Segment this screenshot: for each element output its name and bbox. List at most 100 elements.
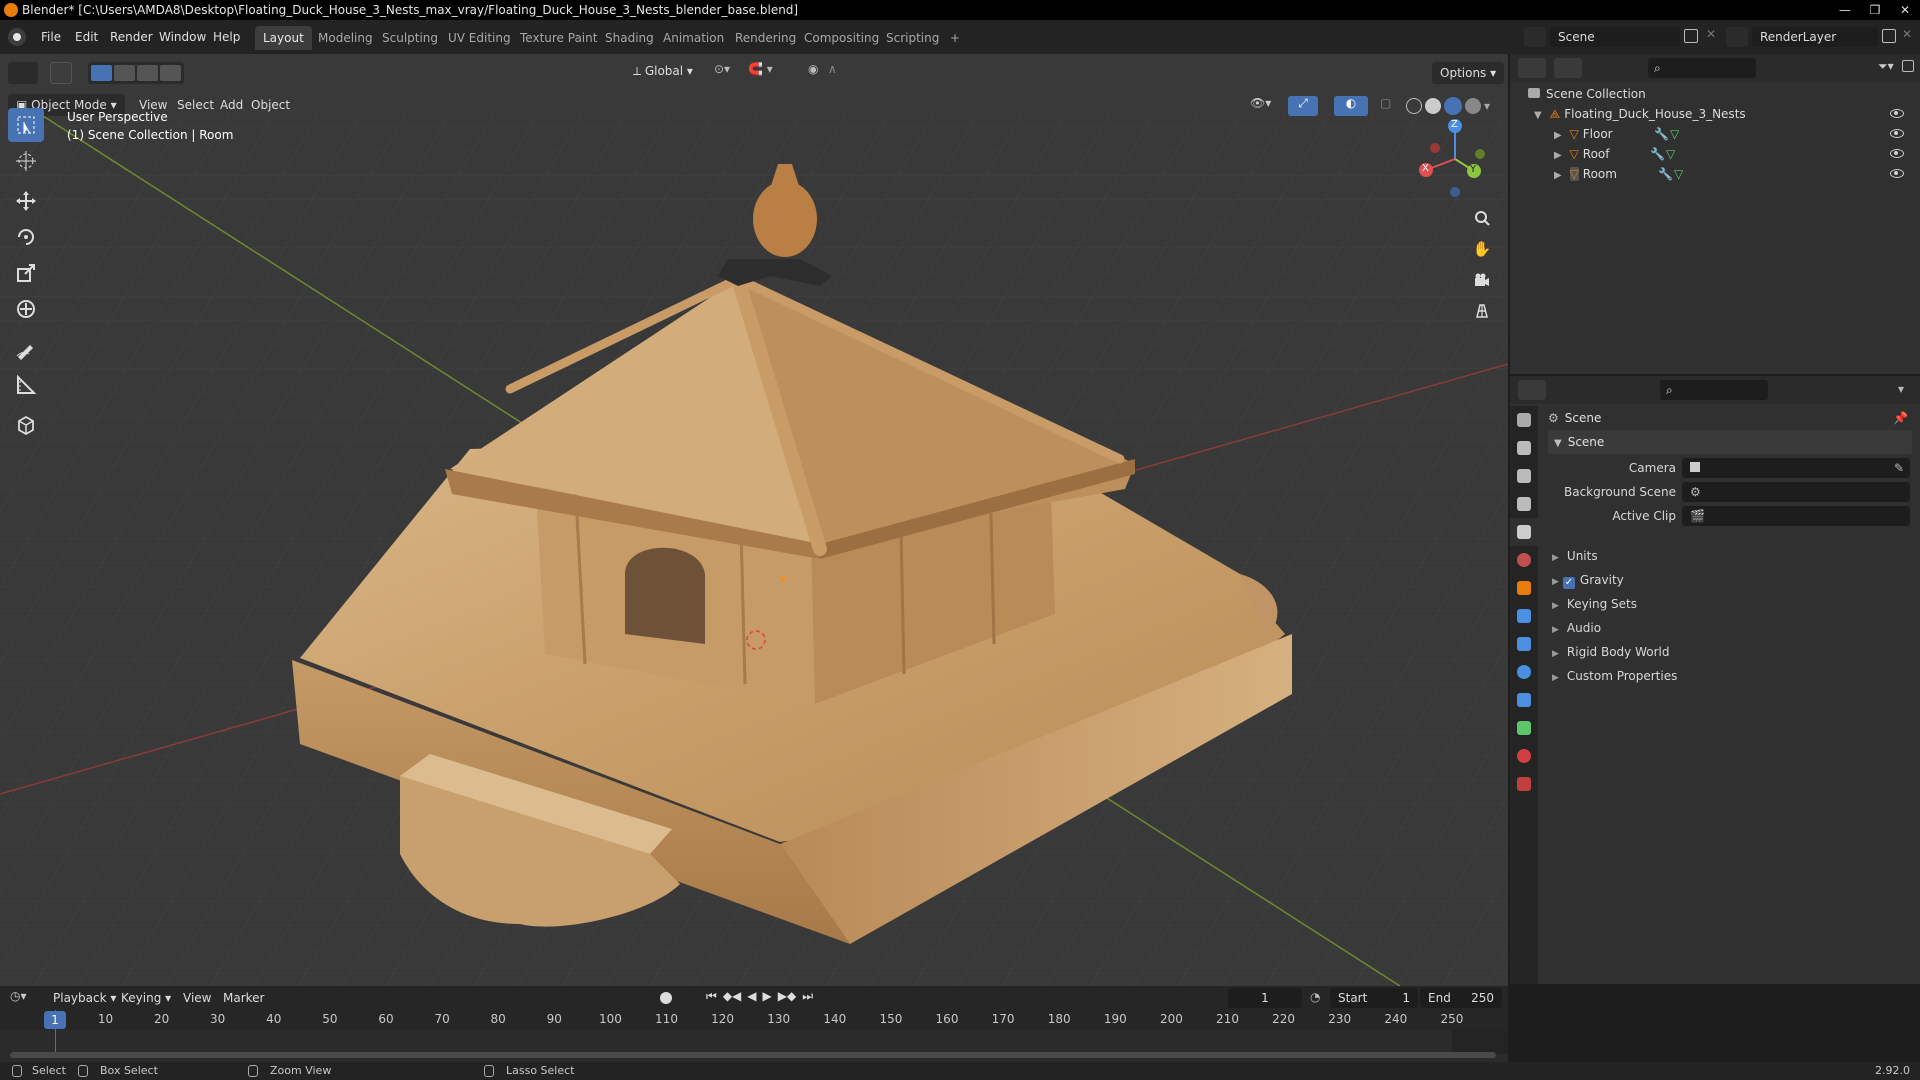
modifier-wrench-icon[interactable]: 🔧 [1650, 144, 1665, 164]
pivot-point-icon[interactable]: ⊙▾ [714, 62, 740, 82]
maximize-icon[interactable]: ❐ [1860, 0, 1890, 20]
transform-tool[interactable] [8, 292, 44, 326]
select-invert-icon[interactable] [160, 65, 181, 81]
expand-arrow-icon[interactable]: ▶ [1554, 170, 1562, 181]
rigid-body-world-panel[interactable]: ▶ Rigid Body World [1552, 640, 1912, 664]
tab-animation[interactable]: Animation [655, 26, 732, 50]
pin-icon[interactable]: 📌 [1893, 406, 1908, 430]
marker-menu[interactable]: Marker [216, 987, 271, 1009]
add-cube-tool[interactable] [8, 408, 44, 442]
outliner-object-floor[interactable]: ▶ ▽ Floor 🔧 ▽ [1554, 124, 1912, 144]
material-preview-icon[interactable] [1444, 97, 1462, 115]
renderlayer-field[interactable]: RenderLayer [1752, 27, 1878, 47]
eye-icon[interactable] [1890, 169, 1904, 178]
outliner-search-input[interactable]: ⌕ [1648, 58, 1756, 78]
3d-viewport[interactable]: ⟂ Global ▾ ⊙▾ 🧲 ▾ ◉ ∧ Options ▾ ▣ Object… [0, 54, 1508, 986]
jump-start-icon[interactable]: ⏮ [706, 989, 717, 1004]
tab-rendering[interactable]: Rendering [727, 26, 804, 50]
select-box-tool[interactable] [8, 108, 44, 142]
tab-texture-paint[interactable]: Texture Paint [512, 26, 605, 50]
outliner-editor-type-icon[interactable] [1518, 58, 1546, 78]
scene-tab-icon[interactable] [1510, 518, 1538, 546]
menu-file[interactable]: File [34, 26, 68, 48]
tab-compositing[interactable]: Compositing [796, 26, 887, 50]
keying-sets-panel[interactable]: ▶ Keying Sets [1552, 592, 1912, 616]
constraints-tab-icon[interactable] [1510, 686, 1538, 714]
tool-tab-icon[interactable] [1510, 406, 1538, 434]
current-frame-field[interactable]: 1 [1228, 988, 1302, 1008]
options-dropdown[interactable]: Options ▾ [1432, 62, 1505, 84]
timeline-scrollbar[interactable] [10, 1052, 1496, 1058]
mesh-data-icon[interactable]: ▽ [1666, 144, 1675, 164]
material-tab-icon[interactable] [1510, 742, 1538, 770]
gravity-panel[interactable]: ▶ ✓ Gravity [1552, 568, 1912, 592]
particles-tab-icon[interactable] [1510, 630, 1538, 658]
object-tab-icon[interactable] [1510, 574, 1538, 602]
blender-menu-icon[interactable] [8, 28, 26, 46]
new-scene-icon[interactable] [1684, 29, 1698, 43]
view-layer-tab-icon[interactable] [1510, 490, 1538, 518]
rendered-shading-icon[interactable] [1465, 98, 1481, 114]
cursor-tool[interactable] [8, 144, 44, 178]
tab-shading[interactable]: Shading [597, 26, 662, 50]
menu-edit[interactable]: Edit [68, 26, 105, 48]
properties-search-input[interactable]: ⌕ [1660, 380, 1768, 400]
wireframe-shading-icon[interactable] [1406, 98, 1422, 114]
end-frame-field[interactable]: End 250 [1420, 988, 1502, 1008]
data-tab-icon[interactable] [1510, 714, 1538, 742]
tab-modeling[interactable]: Modeling [310, 26, 381, 50]
transform-orientation-dropdown[interactable]: ⟂ Global ▾ [626, 60, 700, 82]
new-view-layer-icon[interactable] [1882, 29, 1896, 43]
xray-toggle-icon[interactable]: ▢ [1380, 96, 1400, 116]
gizmo-toggle-icon[interactable]: ⤢ [1288, 96, 1318, 116]
units-panel[interactable]: ▶ Units [1552, 544, 1912, 568]
outliner-collection-row[interactable]: ▼ ⟁ Floating_Duck_House_3_Nests [1534, 104, 1912, 124]
tab-layout[interactable]: Layout [255, 26, 312, 50]
tab-scripting[interactable]: Scripting [878, 26, 947, 50]
select-mode-icon[interactable] [50, 62, 72, 84]
scene-browse-icon[interactable] [1524, 27, 1546, 47]
play-reverse-icon[interactable]: ◀ [747, 989, 756, 1004]
annotate-tool[interactable] [8, 332, 44, 366]
select-subtract-icon[interactable] [137, 65, 158, 81]
properties-options-icon[interactable]: ▾ [1898, 382, 1904, 396]
mesh-data-icon[interactable]: ▽ [1670, 124, 1679, 144]
tab-sculpting[interactable]: Sculpting [374, 26, 446, 50]
play-icon[interactable]: ▶ [763, 989, 772, 1004]
menu-window[interactable]: Window [152, 26, 213, 48]
modifier-wrench-icon[interactable]: 🔧 [1654, 124, 1669, 144]
modifier-wrench-icon[interactable]: 🔧 [1658, 164, 1673, 184]
keying-menu[interactable]: Keying ▾ [114, 987, 178, 1009]
editor-type-icon[interactable] [8, 62, 38, 84]
snap-icon[interactable]: 🧲 ▾ [748, 62, 800, 82]
select-extend-icon[interactable] [114, 65, 135, 81]
zoom-icon[interactable] [1468, 204, 1496, 232]
expand-arrow-icon[interactable]: ▶ [1554, 150, 1562, 161]
properties-editor-type-icon[interactable] [1518, 380, 1546, 400]
menu-help[interactable]: Help [206, 26, 247, 48]
modifier-tab-icon[interactable] [1510, 602, 1538, 630]
stopwatch-icon[interactable]: ◔ [1310, 990, 1320, 1004]
select-new-icon[interactable] [91, 65, 112, 81]
measure-tool[interactable] [8, 368, 44, 402]
visibility-icon[interactable]: 👁▾ [1250, 96, 1280, 116]
jump-end-icon[interactable]: ⏭ [802, 989, 813, 1004]
active-clip-field[interactable]: 🎬 [1682, 506, 1910, 526]
camera-view-icon[interactable] [1468, 266, 1496, 294]
expand-arrow-icon[interactable]: ▶ [1554, 130, 1562, 141]
viewport-menu-object[interactable]: Object [244, 94, 297, 116]
eye-icon[interactable] [1890, 149, 1904, 158]
new-collection-icon[interactable] [1902, 60, 1914, 72]
rotate-tool[interactable] [8, 220, 44, 254]
selection-mode-group[interactable] [88, 62, 184, 84]
move-tool[interactable] [8, 184, 44, 218]
solid-shading-icon[interactable] [1425, 98, 1441, 114]
overlays-toggle-icon[interactable]: ◐ [1334, 96, 1368, 116]
output-tab-icon[interactable] [1510, 462, 1538, 490]
world-tab-icon[interactable] [1510, 546, 1538, 574]
next-keyframe-icon[interactable]: ▶◆ [778, 989, 796, 1004]
audio-panel[interactable]: ▶ Audio [1552, 616, 1912, 640]
shading-mode-group[interactable]: ▾ [1406, 96, 1498, 116]
close-icon[interactable]: ✕ [1890, 0, 1920, 20]
view-layer-browse-icon[interactable] [1726, 27, 1748, 47]
